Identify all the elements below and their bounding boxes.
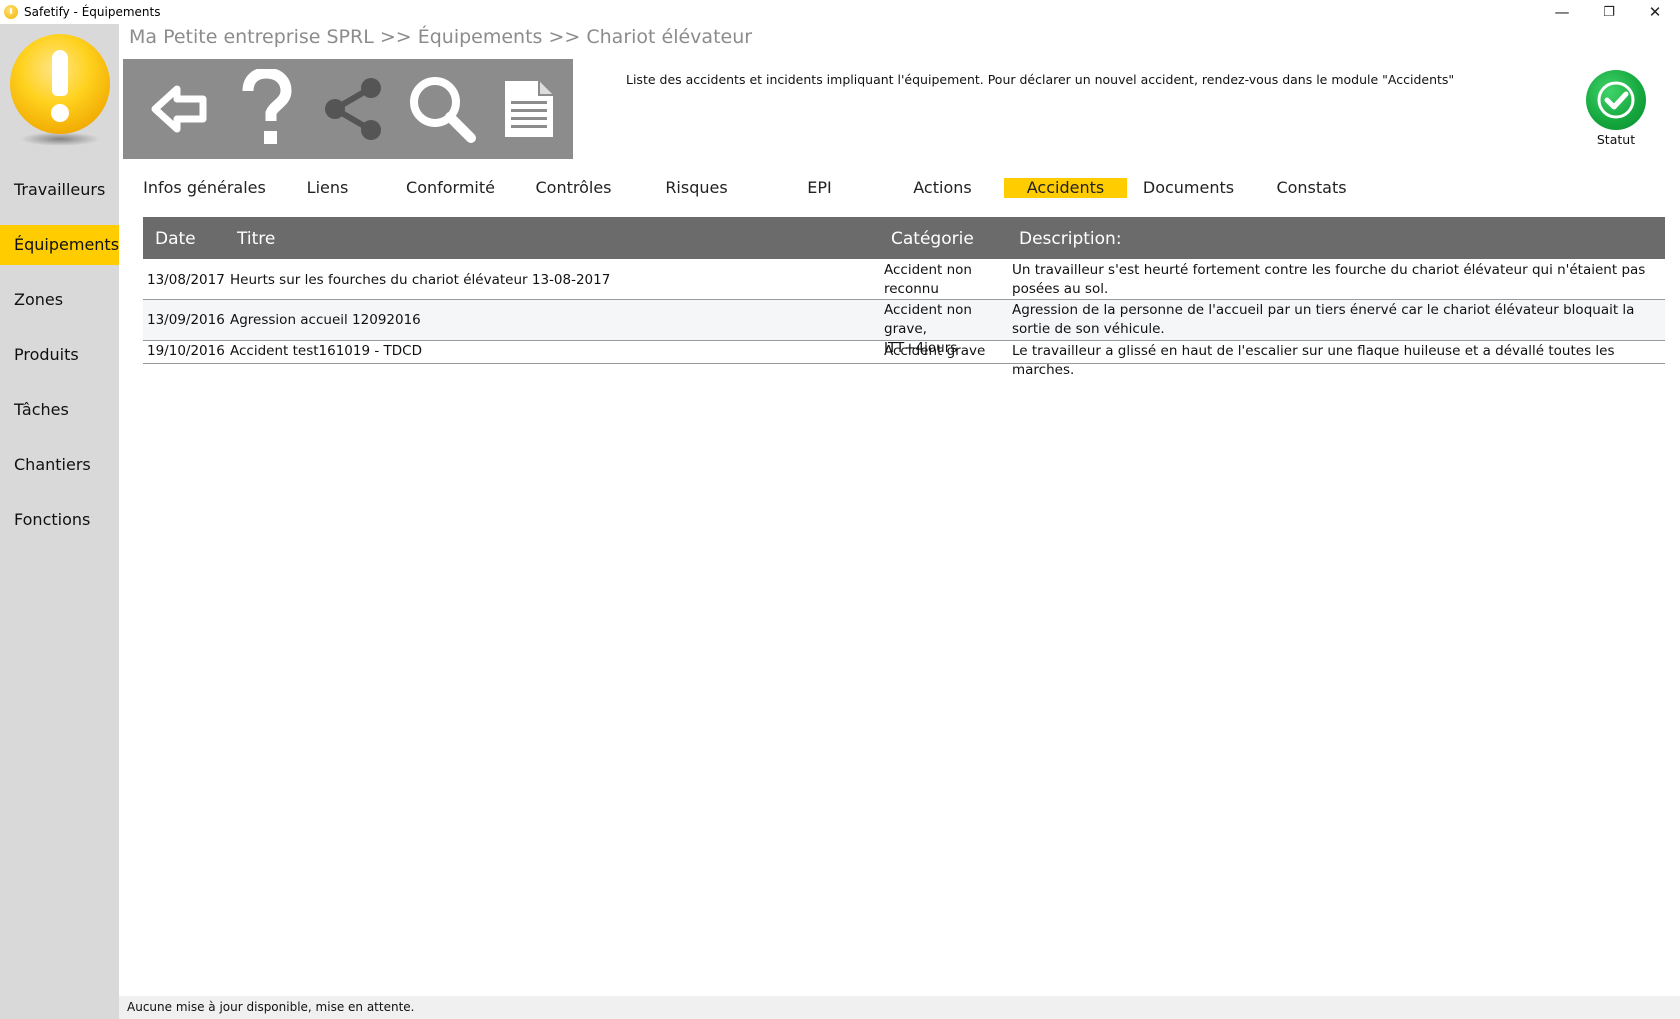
- tab-risques[interactable]: Risques: [635, 178, 758, 198]
- sidebar-item-travailleurs[interactable]: Travailleurs: [0, 170, 119, 210]
- breadcrumb: Ma Petite entreprise SPRL >> Équipements…: [129, 26, 753, 48]
- tab-documents[interactable]: Documents: [1127, 178, 1250, 198]
- sidebar-item-equipements[interactable]: Équipements: [0, 225, 119, 265]
- column-header-category[interactable]: Catégorie: [891, 229, 974, 249]
- share-button[interactable]: [310, 59, 398, 159]
- check-circle-icon: [1586, 70, 1646, 130]
- info-text: Liste des accidents et incidents impliqu…: [626, 72, 1455, 87]
- share-icon: [324, 78, 381, 140]
- app-logo-icon: [4, 5, 18, 19]
- minimize-button[interactable]: —: [1539, 0, 1585, 24]
- document-button[interactable]: [485, 59, 573, 159]
- sidebar: Travailleurs Équipements Zones Produits …: [0, 24, 119, 1019]
- accidents-table: Date Titre Catégorie Description: 13/08/…: [143, 217, 1665, 378]
- cell-description: Un travailleur s'est heurté fortement co…: [1012, 262, 1646, 297]
- restore-button[interactable]: ❐: [1586, 0, 1632, 24]
- column-header-title[interactable]: Titre: [237, 229, 275, 249]
- cell-category: Accident non reconnu: [884, 262, 972, 297]
- sidebar-item-fonctions[interactable]: Fonctions: [0, 500, 119, 540]
- cell-description: Le travailleur a glissé en haut de l'esc…: [1012, 343, 1615, 378]
- tab-conformite[interactable]: Conformité: [389, 178, 512, 198]
- search-icon: [409, 77, 476, 143]
- logo-exclamation-dot: [51, 104, 69, 122]
- table-header: Date Titre Catégorie Description:: [143, 217, 1665, 259]
- cell-title: Agression accueil 12092016: [230, 312, 421, 328]
- back-arrow-icon: [151, 85, 207, 133]
- back-button[interactable]: [135, 59, 223, 159]
- table-row[interactable]: 19/10/2016 Accident test161019 - TDCD Ac…: [143, 341, 1665, 378]
- cell-date: 19/10/2016: [147, 343, 225, 359]
- cell-date: 13/09/2016: [147, 312, 225, 328]
- sidebar-item-taches[interactable]: Tâches: [0, 390, 119, 430]
- logo-exclamation-bar: [52, 50, 68, 96]
- window-title: Safetify - Équipements: [24, 5, 161, 19]
- cell-title: Accident test161019 - TDCD: [230, 343, 422, 359]
- cell-title: Heurts sur les fourches du chariot éléva…: [230, 272, 611, 288]
- column-header-date[interactable]: Date: [155, 229, 196, 249]
- table-row[interactable]: 13/08/2017 Heurts sur les fourches du ch…: [143, 259, 1665, 300]
- cell-category: Accident grave: [884, 343, 986, 359]
- tab-actions[interactable]: Actions: [881, 178, 1004, 198]
- close-button[interactable]: ✕: [1632, 0, 1678, 24]
- status-indicator[interactable]: Statut: [1578, 70, 1654, 147]
- cell-date: 13/08/2017: [147, 272, 225, 288]
- sidebar-nav: Travailleurs Équipements Zones Produits …: [0, 170, 119, 555]
- tab-liens[interactable]: Liens: [266, 178, 389, 198]
- tab-controles[interactable]: Contrôles: [512, 178, 635, 198]
- tab-accidents[interactable]: Accidents: [1004, 178, 1127, 198]
- search-button[interactable]: [398, 59, 486, 159]
- status-bar: Aucune mise à jour disponible, mise en a…: [119, 996, 1680, 1019]
- help-button[interactable]: [223, 59, 311, 159]
- status-label: Statut: [1596, 132, 1636, 147]
- table-row[interactable]: 13/09/2016 Agression accueil 12092016 Ac…: [143, 300, 1665, 356]
- sidebar-item-chantiers[interactable]: Chantiers: [0, 445, 119, 485]
- tab-bar: Infos générales Liens Conformité Contrôl…: [143, 178, 1373, 198]
- toolbar: [123, 59, 573, 159]
- document-icon: [505, 81, 554, 137]
- column-header-description[interactable]: Description:: [1019, 229, 1122, 249]
- app-logo: [8, 34, 112, 146]
- help-icon: [242, 69, 292, 144]
- cell-description: Agression de la personne de l'accueil pa…: [1012, 302, 1635, 337]
- sidebar-item-zones[interactable]: Zones: [0, 280, 119, 320]
- title-bar: Safetify - Équipements — ❐ ✕: [0, 0, 1680, 24]
- tab-infos-generales[interactable]: Infos générales: [143, 178, 266, 198]
- tab-constats[interactable]: Constats: [1250, 178, 1373, 198]
- tab-epi[interactable]: EPI: [758, 178, 881, 198]
- logo-shadow: [20, 132, 100, 146]
- sidebar-item-produits[interactable]: Produits: [0, 335, 119, 375]
